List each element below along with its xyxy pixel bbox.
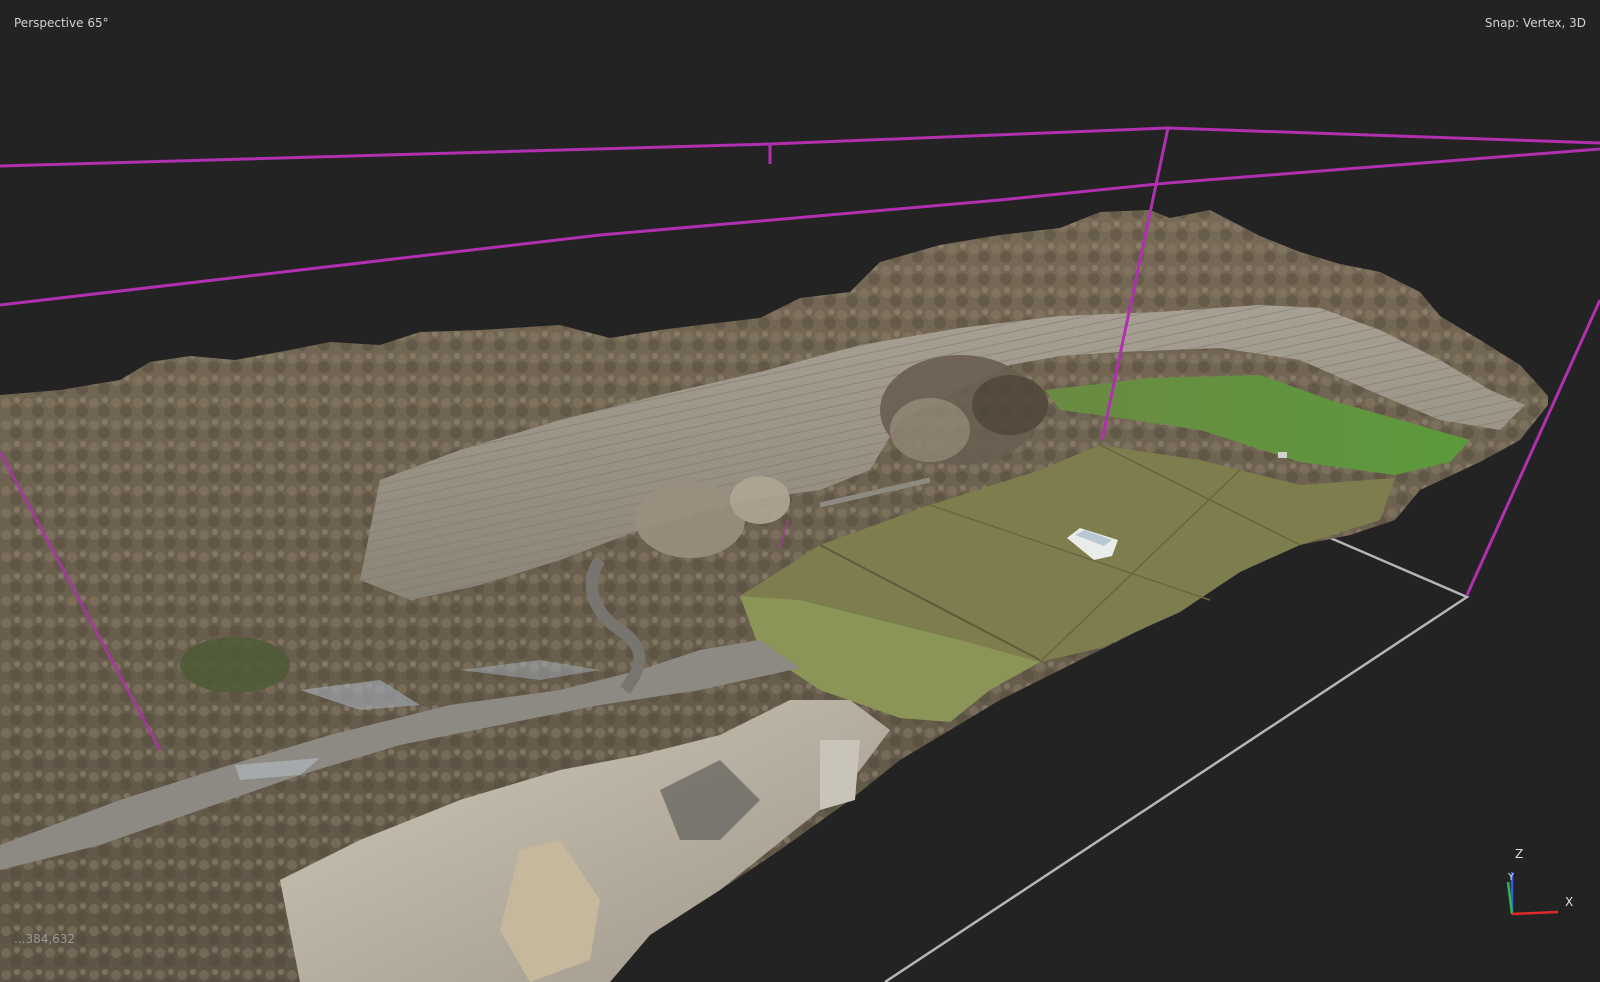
coordinate-readout: ...384,632: [14, 932, 76, 946]
projection-label[interactable]: Perspective 65°: [14, 16, 109, 30]
axis-gizmo[interactable]: Z Y X: [1496, 844, 1580, 928]
scene-canvas[interactable]: [0, 0, 1600, 982]
snap-mode-label[interactable]: Snap: Vertex, 3D: [1485, 16, 1586, 30]
x-axis-line: [1511, 910, 1559, 916]
z-axis-label: Z: [1515, 847, 1523, 861]
textured-mesh[interactable]: [0, 210, 1548, 982]
y-axis-label: Y: [1507, 872, 1515, 883]
x-axis-label: X: [1565, 895, 1573, 909]
3d-viewport[interactable]: Perspective 65° Snap: Vertex, 3D ...384,…: [0, 0, 1600, 982]
